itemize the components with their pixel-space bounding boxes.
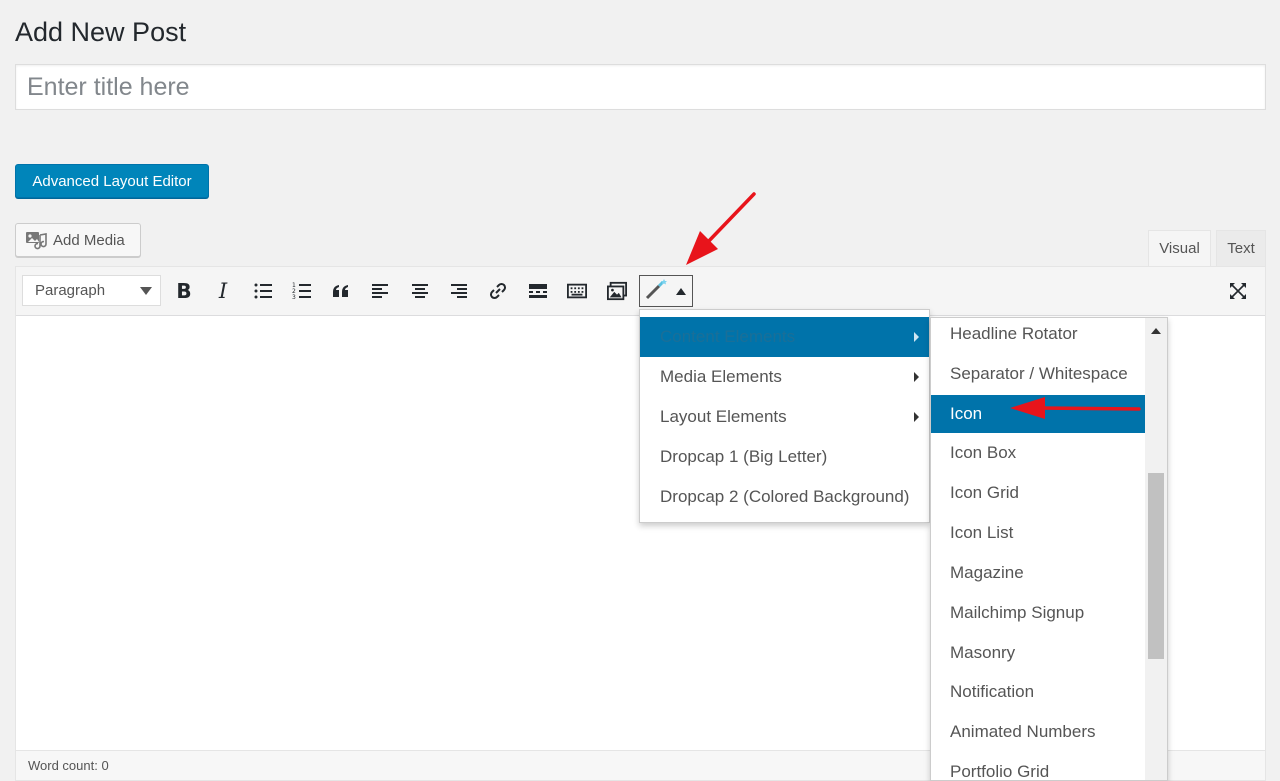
shortcode-wand-button[interactable] [639,275,693,307]
scrollbar-thumb[interactable] [1148,473,1164,659]
submenu-item-separator[interactable]: Separator / Whitespace [931,355,1146,393]
format-select[interactable]: Paragraph [22,275,161,306]
submenu-item-notification[interactable]: Notification [931,673,1146,711]
submenu-item-mailchimp-signup[interactable]: Mailchimp Signup [931,594,1146,632]
submenu-item-portfolio-grid[interactable]: Portfolio Grid [931,753,1146,780]
menu-item-layout-elements[interactable]: Layout Elements [640,397,929,437]
bulleted-list-icon[interactable] [248,276,278,306]
format-select-value: Paragraph [35,282,106,299]
menu-item-dropcap-1[interactable]: Dropcap 1 (Big Letter) [640,437,929,477]
submenu-item-icon-box[interactable]: Icon Box [931,434,1146,472]
shortcode-menu: Content Elements Media Elements Layout E… [639,309,930,523]
tab-visual[interactable]: Visual [1148,230,1211,266]
fullscreen-icon[interactable] [1223,276,1253,306]
submenu-item-icon-grid[interactable]: Icon Grid [931,474,1146,512]
chevron-right-icon [914,412,919,422]
chevron-right-icon [914,332,919,342]
advanced-layout-editor-button[interactable]: Advanced Layout Editor [15,164,209,198]
submenu-item-animated-numbers[interactable]: Animated Numbers [931,713,1146,751]
menu-item-content-elements[interactable]: Content Elements [640,317,929,357]
toolbar-toggle-icon[interactable] [562,276,592,306]
bold-icon[interactable]: B [169,276,199,306]
italic-icon[interactable]: I [208,276,238,306]
submenu-item-masonry[interactable]: Masonry [931,634,1146,672]
submenu-item-icon-list[interactable]: Icon List [931,514,1146,552]
link-icon[interactable] [483,276,513,306]
align-left-icon[interactable] [365,276,395,306]
add-media-button[interactable]: Add Media [15,223,141,257]
menu-item-dropcap-2[interactable]: Dropcap 2 (Colored Background) [640,477,929,517]
submenu-item-magazine[interactable]: Magazine [931,554,1146,592]
read-more-icon[interactable] [523,276,553,306]
annotation-arrow-toolbar [686,192,756,265]
content-elements-submenu: Headline Rotator Separator / Whitespace … [930,317,1168,781]
tab-text[interactable]: Text [1216,230,1266,266]
align-right-icon[interactable] [444,276,474,306]
align-center-icon[interactable] [405,276,435,306]
insert-gallery-icon[interactable] [602,276,632,306]
numbered-list-icon[interactable]: 123 [287,276,317,306]
scroll-up-arrow-icon[interactable] [1151,328,1161,334]
blockquote-icon[interactable] [326,276,356,306]
add-media-icon [25,230,47,250]
caret-up-icon [676,287,686,295]
chevron-down-icon [140,287,152,295]
page-title: Add New Post [15,17,187,47]
post-title-input[interactable] [15,64,1266,110]
submenu-scrollbar[interactable] [1145,318,1167,780]
chevron-right-icon [914,372,919,382]
submenu-item-icon[interactable]: Icon [931,395,1146,433]
svg-text:3: 3 [292,294,296,301]
shortcode-wand-icon [644,277,668,306]
menu-item-media-elements[interactable]: Media Elements [640,357,929,397]
submenu-item-headline-rotator[interactable]: Headline Rotator [931,318,1146,353]
add-media-label: Add Media [53,231,125,249]
